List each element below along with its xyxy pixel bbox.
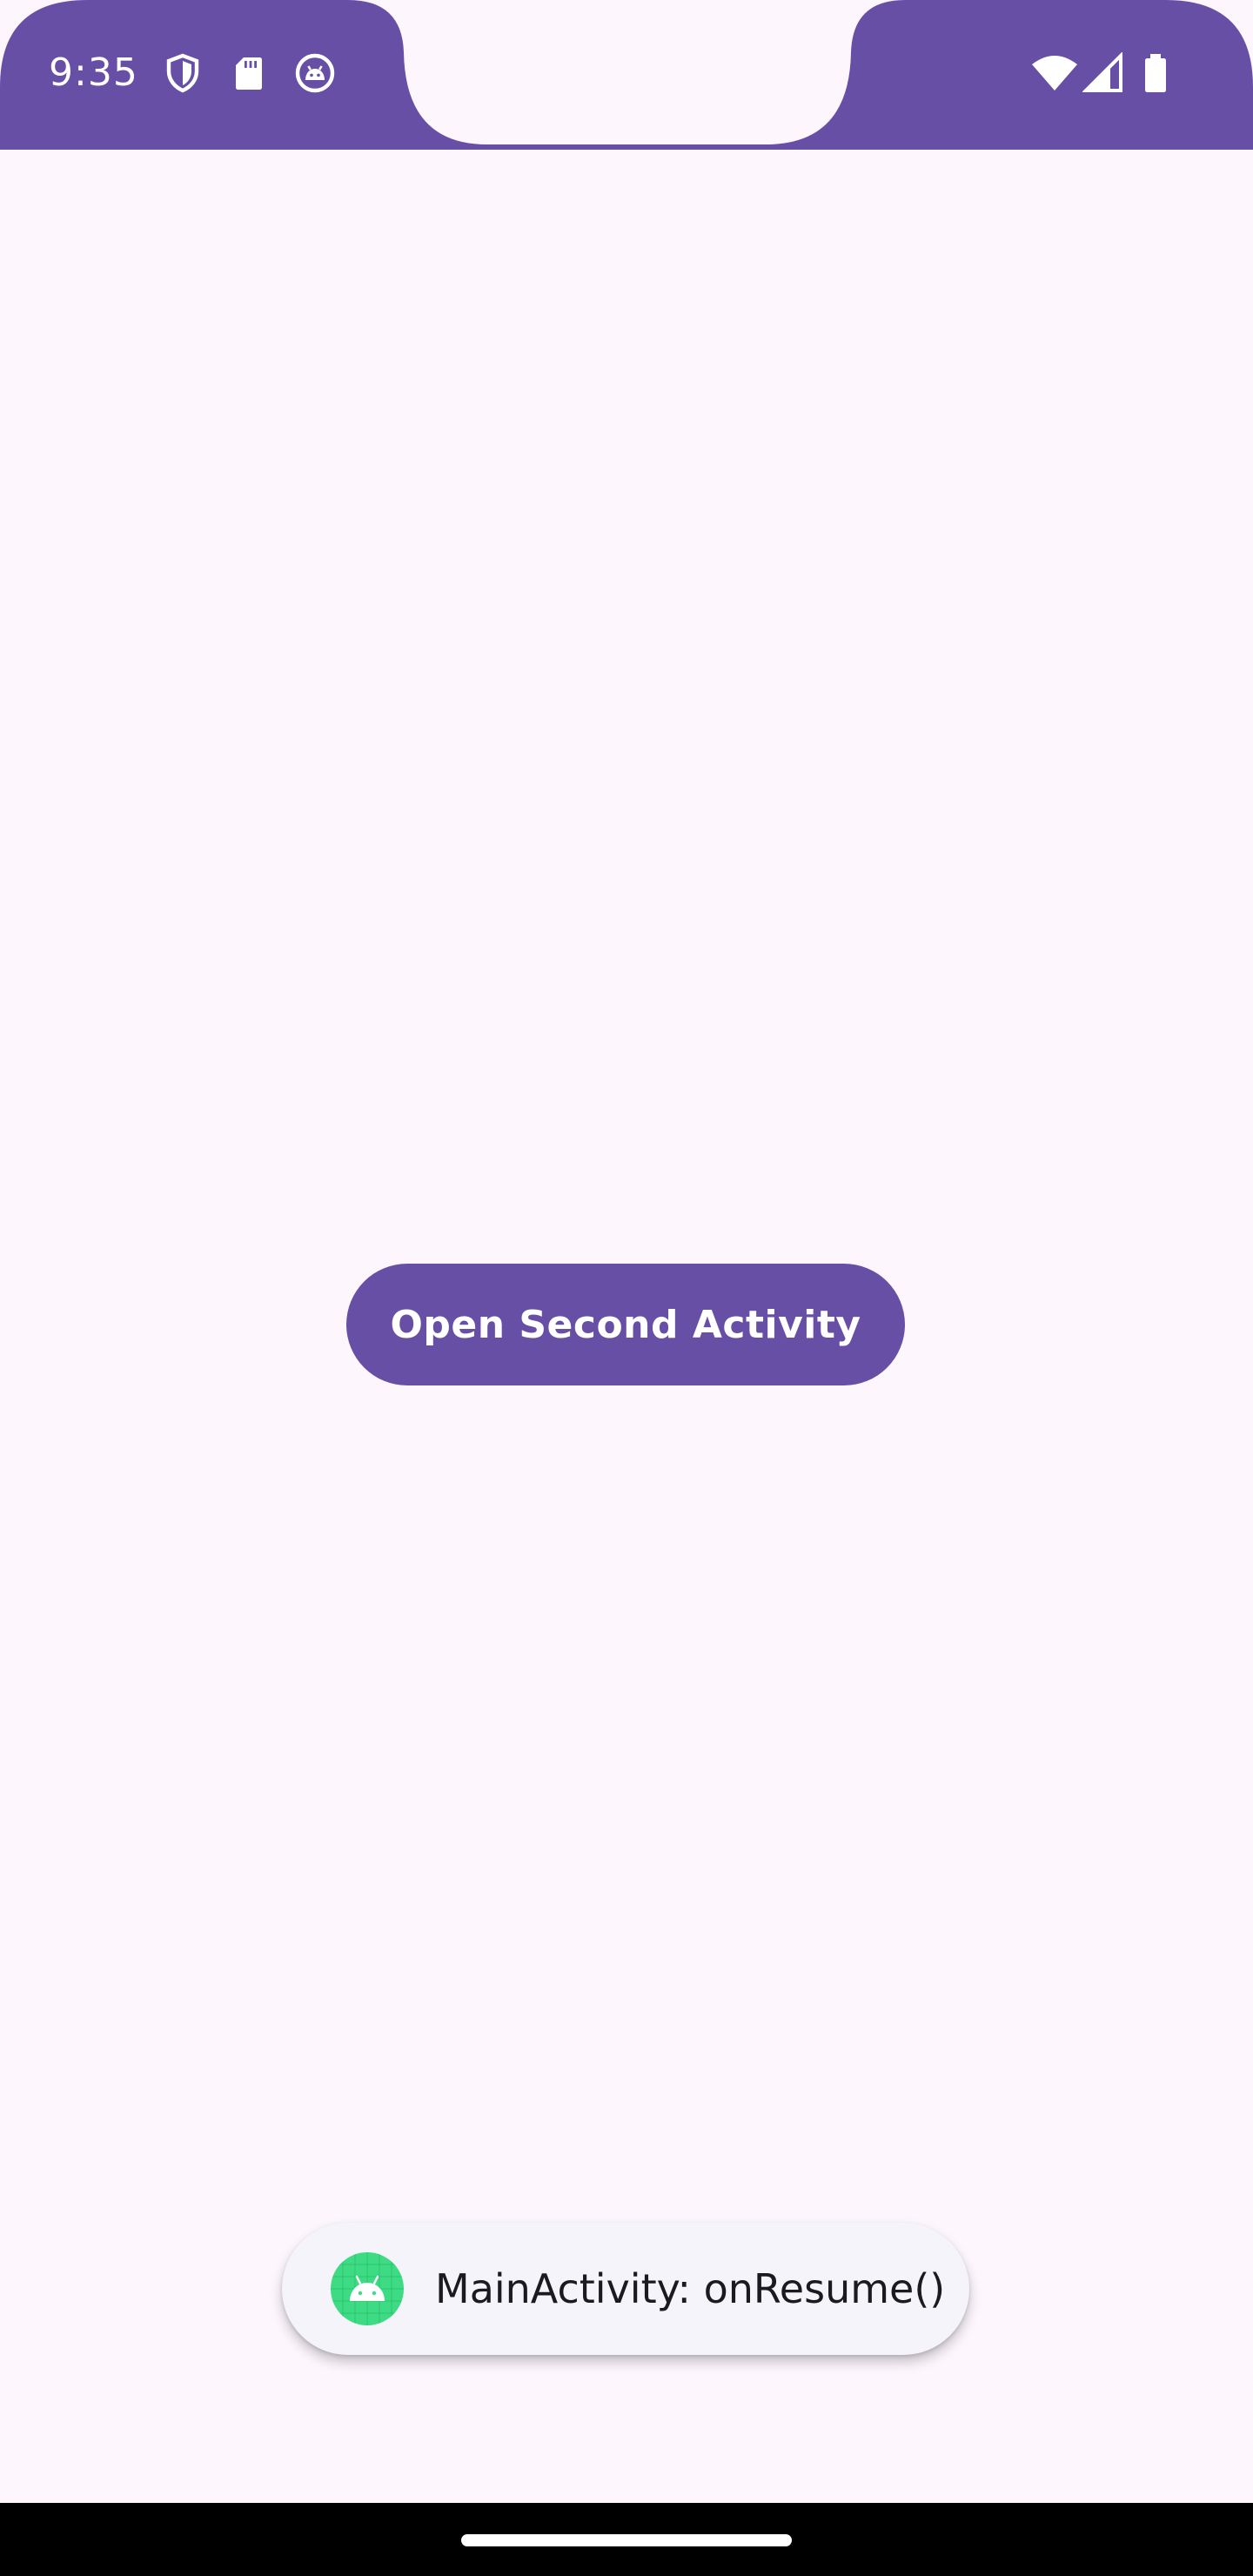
android-debug-icon [294,52,336,94]
battery-icon [1135,52,1176,94]
app-screen: 9:35 Open Second Activity MainActivity: … [0,0,1253,2576]
home-gesture-handle[interactable] [461,2534,792,2546]
status-clock: 9:35 [49,50,138,95]
status-bar: 9:35 [0,0,1253,150]
wifi-icon [1030,52,1077,94]
toast-message: MainActivity: onResume() [282,2223,969,2355]
cell-signal-icon [1082,52,1124,94]
android-app-icon [331,2252,404,2325]
open-second-activity-button[interactable]: Open Second Activity [346,1264,905,1385]
sd-card-icon [228,52,270,94]
navigation-bar [0,2503,1253,2576]
shield-icon [162,52,204,94]
toast-text: MainActivity: onResume() [435,2265,946,2312]
